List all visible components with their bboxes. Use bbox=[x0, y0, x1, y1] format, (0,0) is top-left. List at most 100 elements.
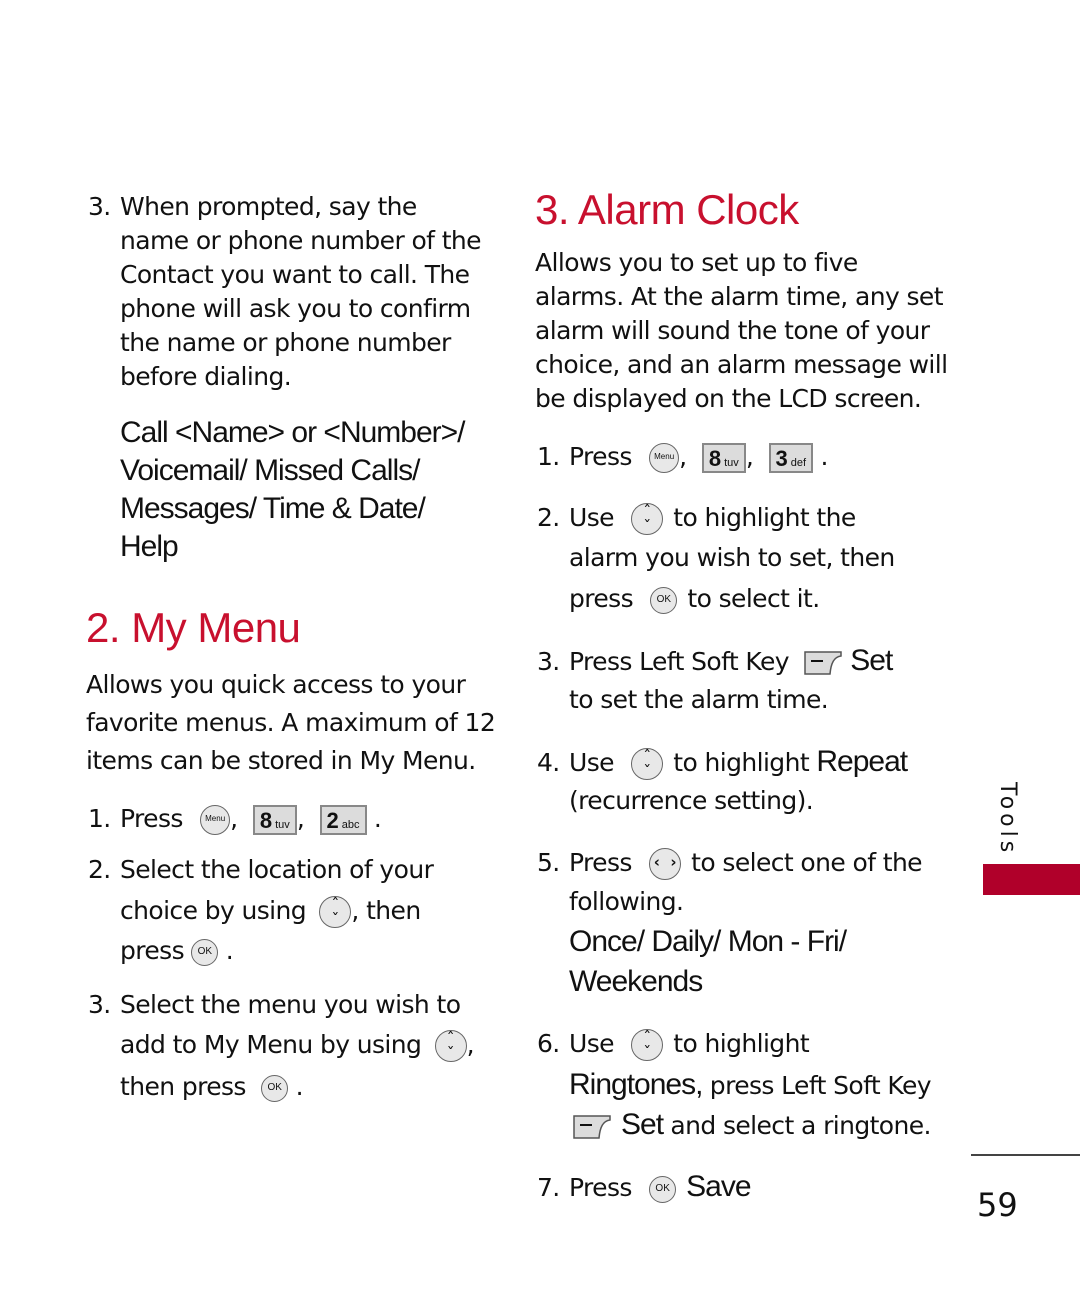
step-text: and select a ringtone. bbox=[670, 1111, 931, 1140]
key-letters: def bbox=[790, 457, 807, 469]
left-soft-key-icon bbox=[804, 651, 843, 675]
step-number: 3. bbox=[88, 192, 111, 221]
step-text: press bbox=[120, 936, 185, 965]
step-text-line: Contact you want to call. The bbox=[120, 260, 470, 289]
alarm-step-1: 1. Press , 8tuv, 3def . bbox=[537, 442, 828, 473]
description-line: alarm will sound the tone of your bbox=[535, 316, 930, 345]
section-tab-marker bbox=[983, 864, 1080, 895]
my-menu-step-1: 1. Press , 8tuv, 2abc . bbox=[88, 804, 382, 835]
punctuation: . bbox=[820, 442, 828, 471]
punctuation: , bbox=[679, 442, 687, 471]
step-text: press bbox=[569, 584, 634, 613]
key-digit: 3 bbox=[775, 446, 788, 471]
step-text-line: 4. Use to highlight Repeat bbox=[537, 745, 908, 781]
step-number: 3. bbox=[537, 647, 560, 676]
step-text-line: Ringtones, press Left Soft Key bbox=[569, 1068, 932, 1102]
menu-key-icon bbox=[200, 805, 231, 835]
key-letters: abc bbox=[341, 819, 360, 831]
step-number: 2. bbox=[88, 855, 111, 884]
footer-divider bbox=[971, 1154, 1080, 1156]
key-8-tuv-icon: 8 tuv bbox=[701, 443, 746, 473]
step-text-line: press . bbox=[120, 936, 234, 966]
step-number: 5. bbox=[537, 848, 560, 877]
key-letters: tuv bbox=[275, 819, 290, 831]
step-text-line: following. bbox=[569, 887, 684, 916]
voice-option-line: Help bbox=[120, 530, 179, 563]
repeat-options-line: Weekends bbox=[569, 965, 703, 998]
voice-option-line: Messages/ Time & Date/ bbox=[120, 492, 426, 525]
step-text: Use bbox=[569, 1029, 615, 1058]
key-letters: tuv bbox=[724, 457, 739, 469]
menu-key-icon bbox=[649, 443, 680, 473]
step-text: Press bbox=[569, 848, 632, 877]
step-number: 1. bbox=[537, 442, 560, 471]
key-2-abc-icon: 2 abc bbox=[319, 805, 367, 835]
ui-term-repeat: Repeat bbox=[816, 745, 908, 778]
nav-up-down-key-icon bbox=[319, 895, 352, 929]
step-text-line: 6. Use to highlight bbox=[537, 1028, 810, 1062]
step-text-line: Set and select a ringtone. bbox=[573, 1108, 931, 1142]
punctuation: . bbox=[295, 1072, 304, 1101]
step-text-line: choice by using , then bbox=[120, 895, 421, 929]
ui-term-save: Save bbox=[686, 1170, 751, 1203]
step-number: 7. bbox=[537, 1173, 560, 1202]
step-text-line: name or phone number of the bbox=[120, 226, 482, 255]
step-text-line: (recurrence setting). bbox=[569, 786, 814, 815]
nav-up-down-key-icon bbox=[434, 1029, 467, 1063]
step-text: Use bbox=[569, 503, 615, 532]
step-text-line: Select the menu you wish to bbox=[120, 990, 461, 1019]
step-text-line: add to My Menu by using , bbox=[120, 1029, 475, 1063]
page-number: 59 bbox=[977, 1186, 1018, 1224]
step-number: 1. bbox=[88, 804, 111, 833]
nav-up-down-key-icon bbox=[631, 747, 664, 781]
section-heading-my-menu: 2. My Menu bbox=[86, 604, 301, 651]
key-digit: 8 bbox=[708, 446, 722, 471]
description-line: choice, and an alarm message will bbox=[535, 350, 948, 379]
step-text-line: then press . bbox=[120, 1072, 304, 1102]
ok-key-icon bbox=[650, 586, 678, 614]
step-text-line: Select the location of your bbox=[120, 855, 434, 884]
key-digit: 2 bbox=[326, 808, 339, 833]
ok-key-icon bbox=[261, 1074, 289, 1102]
nav-left-right-key-icon bbox=[649, 848, 682, 880]
step-text-line: alarm you wish to set, then bbox=[569, 543, 895, 572]
step-text-line: 3. Press Left Soft Key Set bbox=[537, 644, 893, 678]
step-text: Press bbox=[120, 804, 183, 833]
section-tab-label: Tools bbox=[995, 782, 1020, 857]
step-text-line: When prompted, say the bbox=[120, 192, 417, 221]
step-text: to highlight bbox=[673, 748, 810, 777]
step-text: , then bbox=[351, 896, 421, 925]
ok-key-icon bbox=[191, 938, 219, 966]
description-line: Allows you to set up to five bbox=[535, 248, 858, 277]
step-text: Press bbox=[569, 1173, 632, 1202]
punctuation: , bbox=[745, 442, 754, 471]
step-text: Press bbox=[569, 442, 632, 471]
voice-option-line: Call <Name> or <Number>/ bbox=[120, 416, 465, 449]
alarm-step-7: 7. Press Save bbox=[537, 1170, 752, 1204]
description-line: favorite menus. A maximum of 12 bbox=[86, 708, 496, 737]
step-text-line: before dialing. bbox=[120, 362, 292, 391]
step-text-line: press to select it. bbox=[569, 584, 820, 614]
step-text: to select one of the bbox=[691, 848, 922, 877]
step-number: 4. bbox=[537, 748, 560, 777]
step-text: add to My Menu by using bbox=[120, 1030, 422, 1059]
step-text: press Left Soft Key bbox=[709, 1071, 932, 1100]
ui-term-ringtones: Ringtones, bbox=[569, 1068, 703, 1101]
punctuation: . bbox=[373, 804, 382, 833]
punctuation: . bbox=[225, 936, 234, 965]
step-text: then press bbox=[120, 1072, 246, 1101]
step-text-line: 2. Use to highlight the bbox=[537, 502, 856, 536]
description-line: Allows you quick access to your bbox=[86, 670, 466, 699]
description-line: be displayed on the LCD screen. bbox=[535, 384, 922, 413]
left-soft-key-icon bbox=[573, 1115, 611, 1139]
step-text-line: the name or phone number bbox=[120, 328, 451, 357]
punctuation: , bbox=[230, 804, 238, 833]
nav-up-down-key-icon bbox=[631, 1028, 664, 1062]
step-number: 2. bbox=[537, 503, 560, 532]
voice-option-line: Voicemail/ Missed Calls/ bbox=[120, 454, 420, 487]
step-number: 3. bbox=[88, 990, 111, 1019]
ok-key-icon bbox=[649, 1175, 677, 1203]
step-text-line: 5. Press to select one of the bbox=[537, 848, 923, 880]
ui-term-set: Set bbox=[850, 644, 893, 677]
description-line: items can be stored in My Menu. bbox=[86, 746, 476, 775]
